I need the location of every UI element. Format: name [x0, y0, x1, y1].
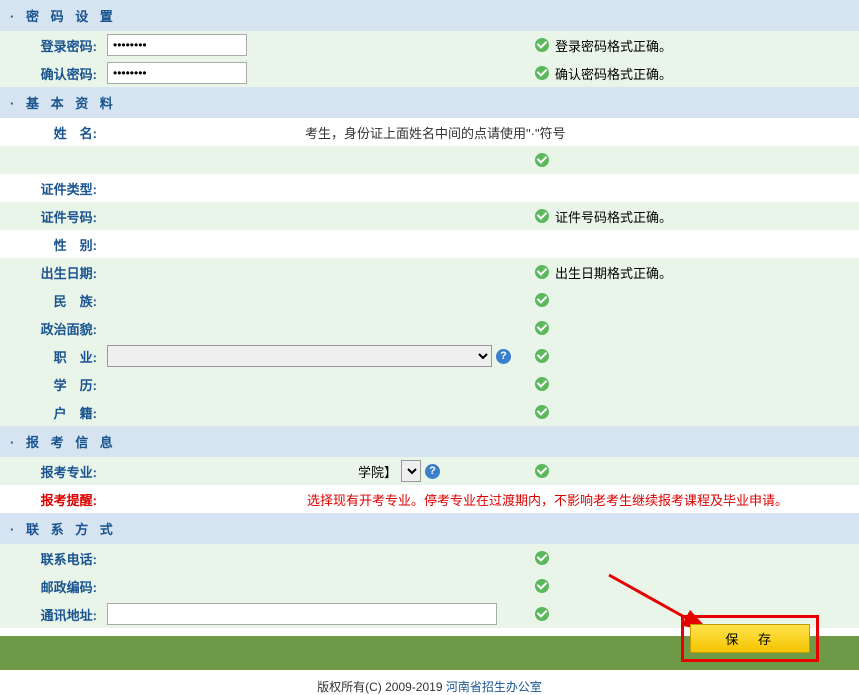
section-header-apply: · 报 考 信 息 [0, 426, 859, 457]
birth-status: 出生日期格式正确。 [555, 263, 672, 282]
check-icon [535, 551, 549, 565]
phone-label: 联系电话: [0, 549, 105, 568]
confirm-password-input[interactable] [107, 62, 247, 84]
login-password-input[interactable] [107, 34, 247, 56]
occupation-select[interactable] [107, 345, 492, 367]
save-button[interactable]: 保 存 [690, 624, 810, 653]
name-hint: 考生，身份证上面姓名中间的点请使用"·"符号 [305, 123, 566, 142]
name-label: 姓 名: [0, 123, 105, 142]
idtype-label: 证件类型: [0, 179, 105, 198]
address-input[interactable] [107, 603, 497, 625]
household-label: 户 籍: [0, 403, 105, 422]
address-label: 通讯地址: [0, 605, 105, 624]
check-icon [535, 607, 549, 621]
check-icon [535, 293, 549, 307]
bullet-icon: · [10, 96, 18, 111]
check-icon [535, 464, 549, 478]
check-icon [535, 579, 549, 593]
check-icon [535, 66, 549, 80]
major-label: 报考专业: [0, 462, 105, 481]
check-icon [535, 405, 549, 419]
notice-text: 选择现有开考专业。停考专业在过渡期内，不影响老考生继续报考课程及毕业申请。 [307, 490, 788, 509]
check-icon [535, 153, 549, 167]
section-header-contact: · 联 系 方 式 [0, 513, 859, 544]
confirm-password-status: 确认密码格式正确。 [555, 64, 672, 83]
check-icon [535, 38, 549, 52]
section-title: 报 考 信 息 [26, 435, 117, 450]
major-select[interactable] [401, 460, 421, 482]
check-icon [535, 377, 549, 391]
occupation-label: 职 业: [0, 347, 105, 366]
login-password-label: 登录密码: [0, 36, 105, 55]
idnum-label: 证件号码: [0, 207, 105, 226]
footer-bar: 保 存 [0, 636, 859, 670]
help-icon[interactable]: ? [425, 464, 440, 479]
bullet-icon: · [10, 522, 18, 537]
confirm-password-label: 确认密码: [0, 64, 105, 83]
section-title: 密 码 设 置 [26, 9, 117, 24]
section-title: 联 系 方 式 [26, 522, 117, 537]
section-header-basic: · 基 本 资 料 [0, 87, 859, 118]
section-title: 基 本 资 料 [26, 96, 117, 111]
check-icon [535, 209, 549, 223]
education-label: 学 历: [0, 375, 105, 394]
postal-label: 邮政编码: [0, 577, 105, 596]
birth-label: 出生日期: [0, 263, 105, 282]
section-header-password: · 密 码 设 置 [0, 0, 859, 31]
nation-label: 民 族: [0, 291, 105, 310]
save-highlight-box: 保 存 [681, 615, 819, 662]
help-icon[interactable]: ? [496, 349, 511, 364]
copyright: 版权所有(C) 2009-2019 河南省招生办公室 [0, 670, 859, 695]
check-icon [535, 321, 549, 335]
notice-label: 报考提醒: [0, 490, 105, 509]
gender-label: 性 别: [0, 235, 105, 254]
political-label: 政治面貌: [0, 319, 105, 338]
check-icon [535, 349, 549, 363]
bullet-icon: · [10, 9, 18, 24]
org-link[interactable]: 河南省招生办公室 [446, 680, 542, 694]
copyright-text: 版权所有(C) 2009-2019 [317, 680, 446, 694]
bullet-icon: · [10, 435, 18, 450]
major-suffix: 学院】 [358, 462, 397, 481]
idnum-status: 证件号码格式正确。 [555, 207, 672, 226]
check-icon [535, 265, 549, 279]
login-password-status: 登录密码格式正确。 [555, 36, 672, 55]
